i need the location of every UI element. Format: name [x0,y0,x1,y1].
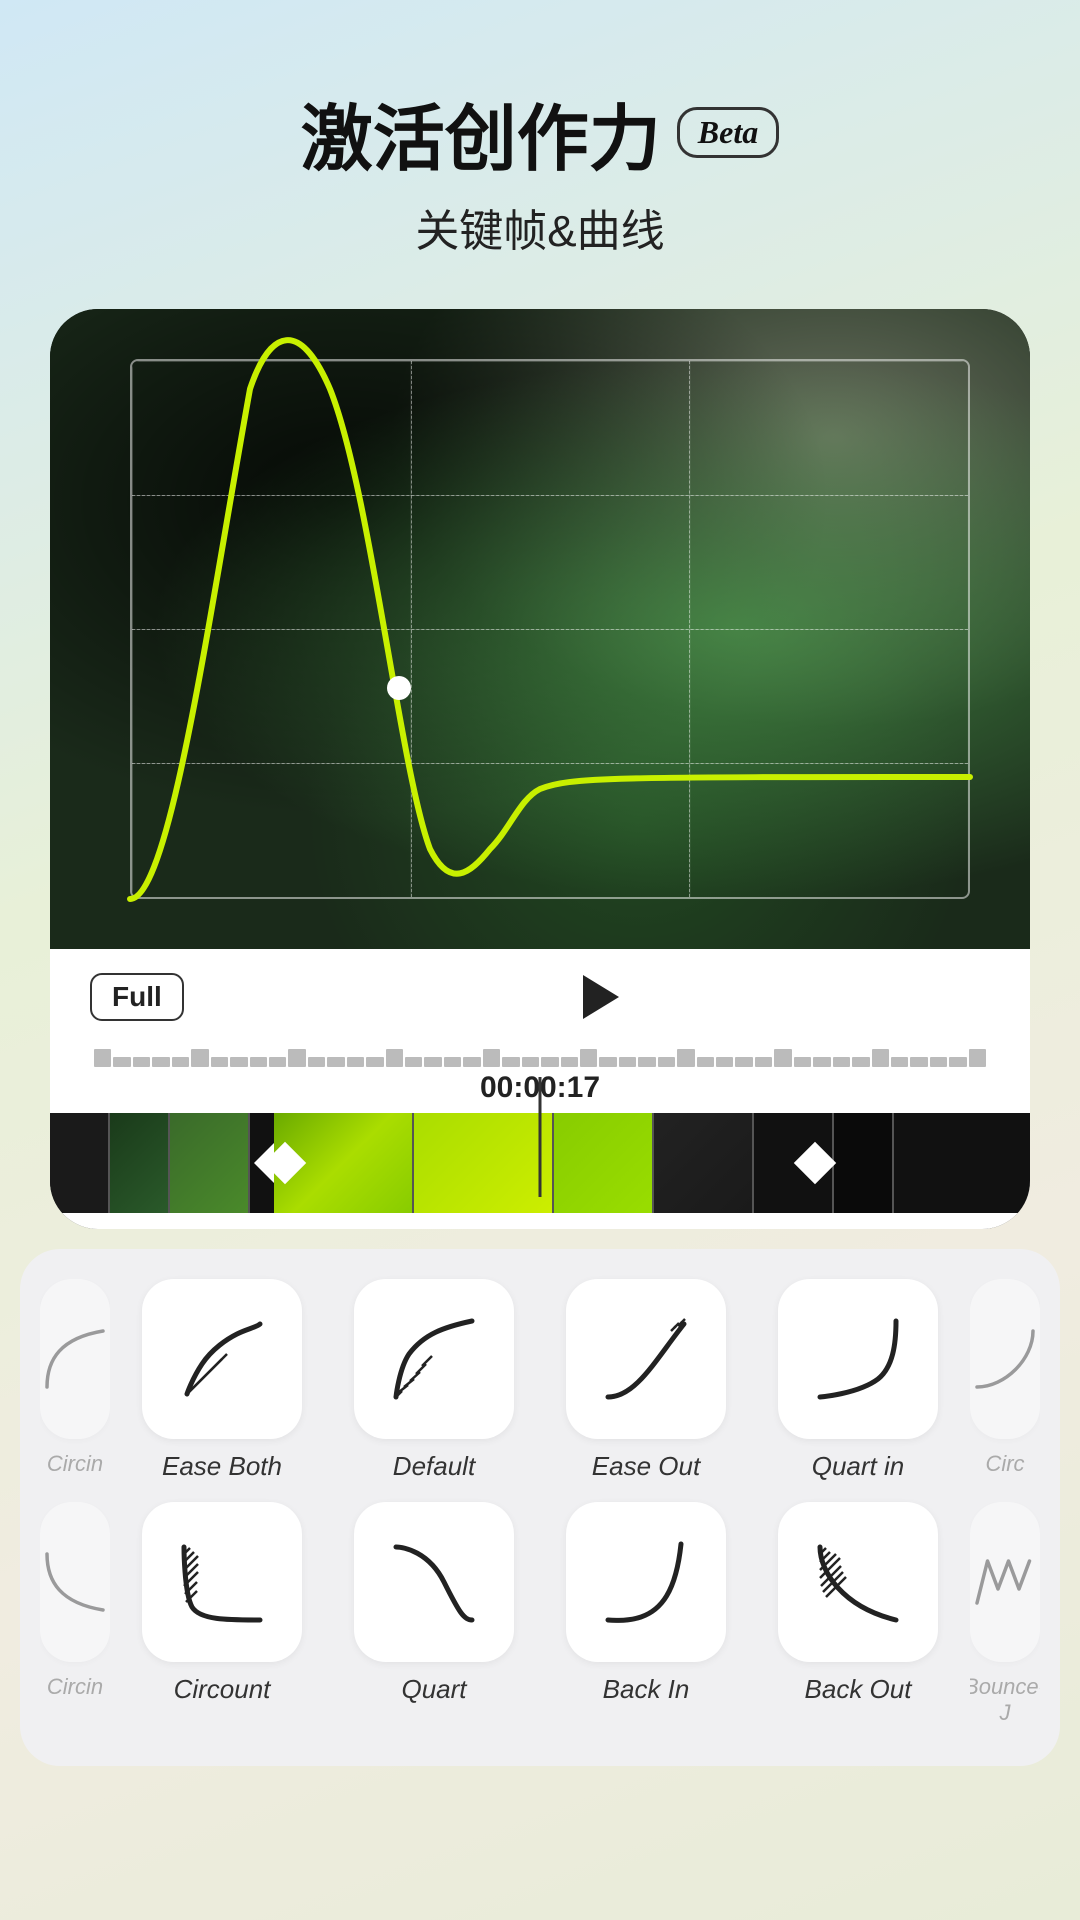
preset-item-quart-in: Quart in [758,1279,958,1482]
full-badge[interactable]: Full [90,973,184,1021]
film-frame [554,1113,654,1213]
preset-label-default: Default [393,1451,475,1482]
preset-label-ease-out: Ease Out [592,1451,700,1482]
film-frame [654,1113,754,1213]
beta-badge: Beta [677,107,779,158]
preset-label-circount: Circount [174,1674,271,1705]
playback-row: Full [90,973,990,1029]
preset-label-back-out: Back Out [805,1674,912,1705]
timeline-cursor [539,1077,542,1197]
preset-card-default[interactable] [354,1279,514,1439]
preset-item-quart: Quart [334,1502,534,1726]
video-area [50,309,1030,949]
grid-line-v1 [411,361,412,897]
curve-grid [130,359,970,899]
grid-line-h2 [132,629,968,630]
film-frame [110,1113,170,1213]
page-title: 激活创作力 Beta [301,80,779,185]
play-button[interactable] [583,975,619,1019]
preset-item-back-in: Back In [546,1502,746,1726]
preset-label-ease-both: Ease Both [162,1451,282,1482]
grid-line-v2 [689,361,690,897]
title-text: 激活创作力 [301,80,661,185]
timeline-container[interactable] [90,1113,990,1229]
presets-section: Circin Ease Both [20,1249,1060,1766]
preset-card-side-right-r1[interactable] [970,1279,1040,1439]
film-frame [170,1113,250,1213]
preset-card-side-right-r2[interactable] [970,1502,1040,1662]
preset-card-ease-both[interactable] [142,1279,302,1439]
preset-card-quart-in[interactable] [778,1279,938,1439]
preset-item-back-out: Back Out [758,1502,958,1726]
grid-line-h1 [132,495,968,496]
timeline-ruler [90,1037,990,1067]
controls-bar: Full [50,949,1030,1229]
preset-label-circin-left: Circin [47,1451,103,1477]
preset-label-circ-right: Circ [985,1451,1024,1477]
preset-card-ease-out[interactable] [566,1279,726,1439]
preset-card-quart[interactable] [354,1502,514,1662]
video-card: Full [50,309,1030,1229]
subtitle-text: 关键帧&曲线 [0,195,1080,259]
preset-label-back-in: Back In [603,1674,690,1705]
preset-item-ease-out: Ease Out [546,1279,746,1482]
grid-line-h3 [132,763,968,764]
preset-card-back-out[interactable] [778,1502,938,1662]
preset-label-quart: Quart [401,1674,466,1705]
film-frame [414,1113,554,1213]
preset-item-circount: Circount [122,1502,322,1726]
header: 激活创作力 Beta 关键帧&曲线 [0,0,1080,289]
preset-card-side-left-r2[interactable] [40,1502,110,1662]
preset-label-bounce-right: Bounce-J [970,1674,1040,1726]
preset-label-circin-left2: Circin [47,1674,103,1700]
preset-card-side-left-r1[interactable] [40,1279,110,1439]
preset-card-back-in[interactable] [566,1502,726,1662]
preset-item-default: Default [334,1279,534,1482]
film-frame [834,1113,894,1213]
preset-card-circount[interactable] [142,1502,302,1662]
preset-item-ease-both: Ease Both [122,1279,322,1482]
preset-label-quart-in: Quart in [812,1451,905,1482]
film-frame [50,1113,110,1213]
